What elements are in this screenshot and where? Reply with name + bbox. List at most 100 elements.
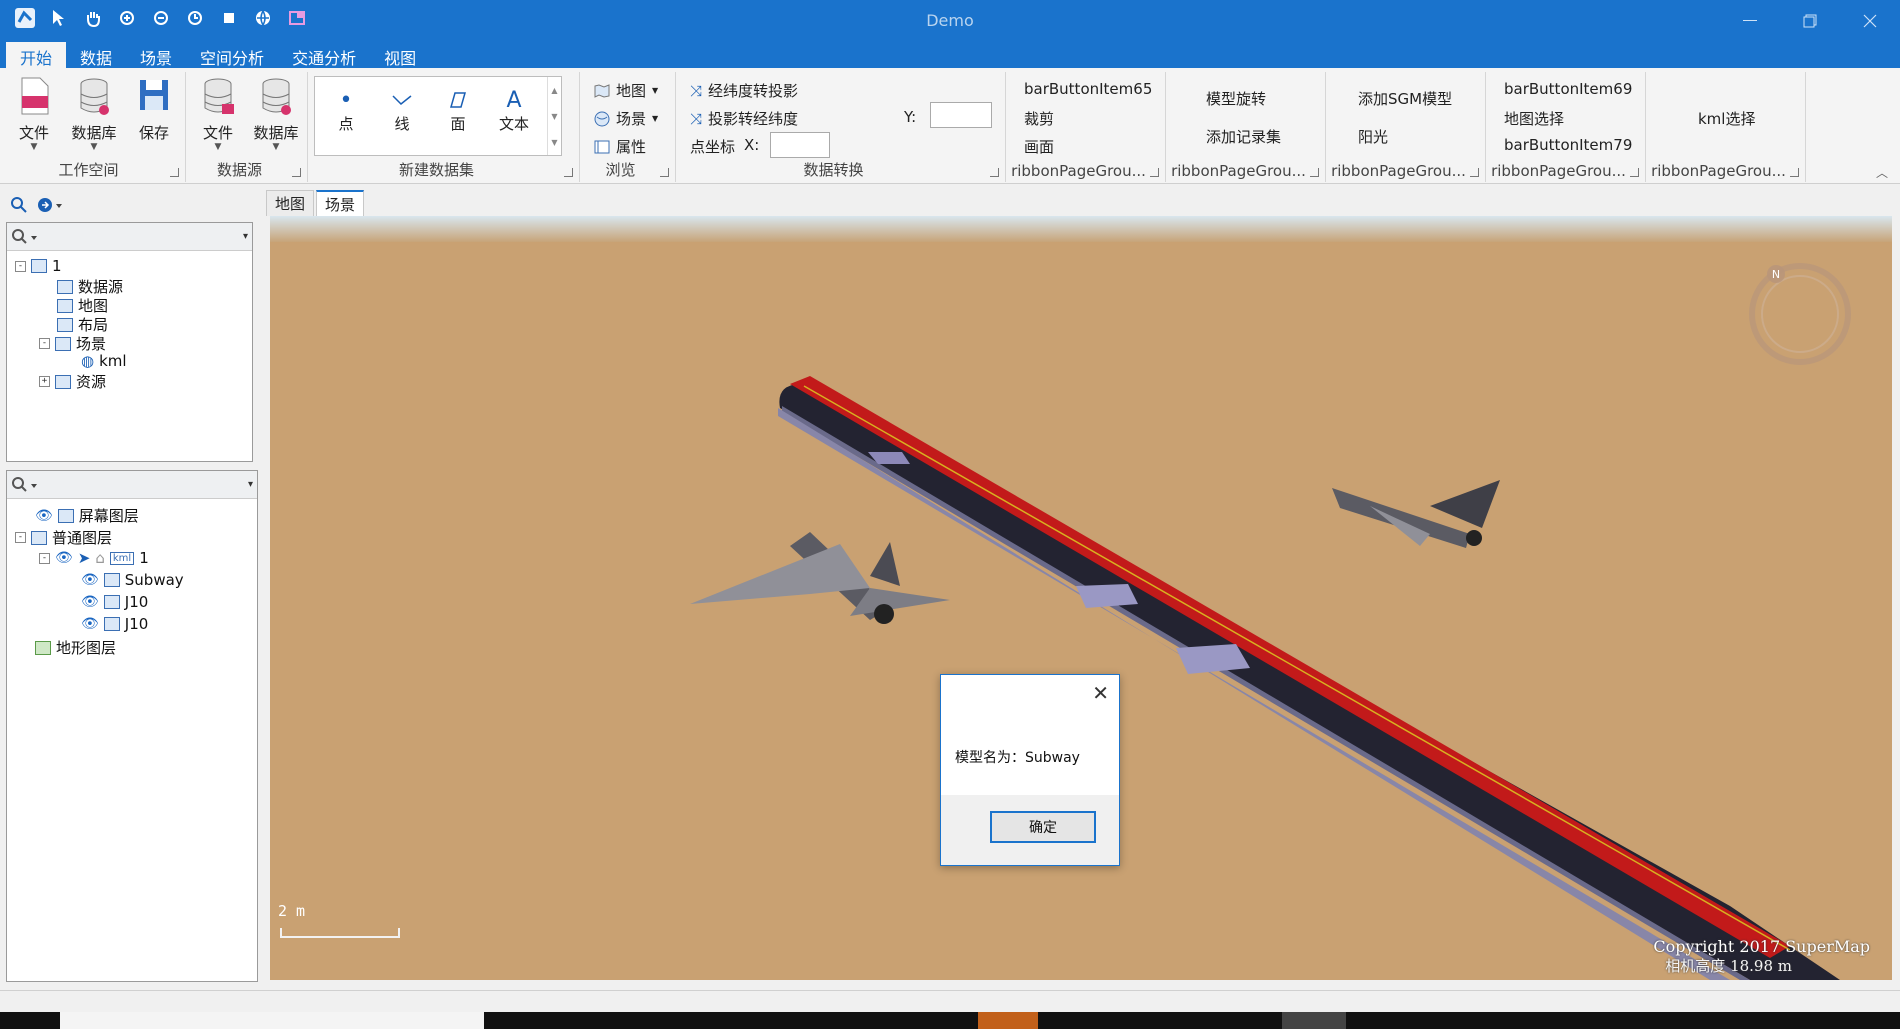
collapse-icon[interactable]: - <box>15 260 26 272</box>
eye-icon[interactable]: 👁 <box>81 616 99 632</box>
browse-map-button[interactable]: 地图 ▼ <box>594 80 658 101</box>
browse-property-button[interactable]: 属性 <box>594 136 646 157</box>
sunlight-button[interactable]: 阳光 <box>1358 126 1388 147</box>
new-point-button[interactable]: • 点 <box>321 87 371 134</box>
layer-node-terrain[interactable]: 地形图层 <box>35 637 116 658</box>
canvas-button[interactable]: 画面 <box>1024 136 1054 157</box>
collapse-icon[interactable]: - <box>39 552 50 564</box>
restore-button[interactable] <box>1780 0 1840 42</box>
layer-node-normal[interactable]: - 普通图层 <box>15 527 112 548</box>
group-launcher-icon[interactable] <box>170 168 179 177</box>
new-text-button[interactable]: A 文本 <box>489 87 539 134</box>
tree-node-layouts[interactable]: 布局 <box>57 314 108 335</box>
latlon-to-proj-button[interactable]: ⤨ 经纬度转投影 <box>690 80 798 101</box>
add-sgm-model-button[interactable]: 添加SGM模型 <box>1358 88 1452 109</box>
tree-node-workspace[interactable]: -1 <box>15 257 62 275</box>
j10-jet-model-a[interactable] <box>690 532 950 624</box>
eye-icon[interactable]: 👁 <box>81 594 99 610</box>
layer-node-j10-a[interactable]: 👁 J10 <box>81 593 148 611</box>
kml-select-button[interactable]: kml选择 <box>1698 108 1755 129</box>
group-launcher-icon[interactable] <box>990 168 999 177</box>
expand-icon[interactable]: + <box>39 376 50 387</box>
eye-icon[interactable]: 👁 <box>55 550 73 566</box>
tab-scene[interactable]: 场景 <box>126 42 186 68</box>
panel-menu-icon[interactable]: ▾ <box>248 479 253 490</box>
browse-scene-button[interactable]: 场景 ▼ <box>594 108 658 129</box>
group-browse: 地图 ▼ 场景 ▼ 属性 浏览 <box>580 72 676 182</box>
tab-spatial-analysis[interactable]: 空间分析 <box>186 42 278 68</box>
tree-node-kml[interactable]: ◍ kml <box>81 352 127 370</box>
layer-node-screen[interactable]: 👁 屏幕图层 <box>35 505 139 526</box>
group-launcher-icon[interactable] <box>1470 168 1479 177</box>
subway-train-model[interactable] <box>778 376 1840 980</box>
tree-node-datasources[interactable]: 数据源 <box>57 276 123 297</box>
tree-node-scenes[interactable]: - 场景 <box>39 333 106 354</box>
j10-jet-model-b[interactable] <box>1332 480 1500 548</box>
workspace-save-button[interactable]: 保存 <box>128 76 180 143</box>
tab-traffic-analysis[interactable]: 交通分析 <box>278 42 370 68</box>
eye-icon[interactable]: 👁 <box>35 508 53 524</box>
layer-group-icon <box>31 530 47 545</box>
taskbar-item[interactable] <box>60 1012 484 1029</box>
panel-menu-icon[interactable]: ▾ <box>243 231 248 242</box>
map-select-button[interactable]: 地图选择 <box>1504 108 1564 129</box>
scroll-up-icon[interactable]: ▲ <box>551 86 557 95</box>
collapse-icon[interactable]: - <box>39 338 50 349</box>
close-button[interactable] <box>1840 0 1900 42</box>
add-recordset-button[interactable]: 添加记录集 <box>1206 126 1281 147</box>
gallery-scroll[interactable]: ▲ ▼ ▼ <box>547 77 561 155</box>
new-line-button[interactable]: 线 <box>377 87 427 134</box>
new-region-button[interactable]: 面 <box>433 87 483 134</box>
group-launcher-icon[interactable] <box>564 168 573 177</box>
close-icon[interactable]: ✕ <box>1092 681 1109 705</box>
collapse-ribbon-icon[interactable]: ︿ <box>1876 164 1888 181</box>
ok-button[interactable]: 确定 <box>990 811 1096 843</box>
locate-dropdown-icon[interactable] <box>36 196 66 214</box>
tree-node-maps[interactable]: 地图 <box>57 295 108 316</box>
search-icon[interactable] <box>10 196 28 214</box>
selectable-icon[interactable]: ➤ <box>78 549 91 567</box>
lock-icon[interactable]: ⌂ <box>95 549 105 567</box>
taskbar-item[interactable] <box>978 1012 1038 1029</box>
compass-control[interactable]: N <box>1746 260 1854 368</box>
taskbar-item[interactable] <box>1282 1012 1346 1029</box>
gallery-expand-icon[interactable]: ▼ <box>551 138 557 147</box>
workspace-file-button[interactable]: 文件 ▼ <box>8 76 60 152</box>
tab-start[interactable]: 开始 <box>6 42 67 68</box>
workspace-database-button[interactable]: 数据库 ▼ <box>68 76 120 152</box>
group-launcher-icon[interactable] <box>660 168 669 177</box>
clip-button[interactable]: 裁剪 <box>1024 108 1054 129</box>
group-launcher-icon[interactable] <box>1790 168 1799 177</box>
scroll-down-icon[interactable]: ▼ <box>551 112 557 121</box>
group-launcher-icon[interactable] <box>1310 168 1319 177</box>
minimize-button[interactable] <box>1720 0 1780 42</box>
bar-button-item-65[interactable]: barButtonItem65 <box>1024 80 1152 98</box>
view-tab-scene[interactable]: 场景 <box>316 190 365 216</box>
layer-node-subway[interactable]: 👁 Subway <box>81 571 184 589</box>
group-label: 数据转换 <box>803 161 864 179</box>
proj-to-latlon-button[interactable]: ⤨ 投影转经纬度 <box>690 108 798 129</box>
search-dropdown-icon[interactable] <box>11 476 41 494</box>
group-launcher-icon[interactable] <box>1150 168 1159 177</box>
view-tab-map[interactable]: 地图 <box>266 190 315 216</box>
bar-button-item-69[interactable]: barButtonItem69 <box>1504 80 1632 98</box>
group-launcher-icon[interactable] <box>1630 168 1639 177</box>
layer-node-j10-b[interactable]: 👁 J10 <box>81 615 148 633</box>
search-dropdown-icon[interactable] <box>11 228 41 246</box>
x-input[interactable] <box>770 132 830 158</box>
tab-data[interactable]: 数据 <box>66 42 126 68</box>
tab-view[interactable]: 视图 <box>370 42 430 68</box>
datasource-file-button[interactable]: 文件 ▼ <box>192 76 244 152</box>
window-title: Demo <box>926 11 974 30</box>
eye-icon[interactable]: 👁 <box>81 572 99 588</box>
tree-node-resources[interactable]: + 资源 <box>39 371 106 392</box>
group-launcher-icon[interactable] <box>292 168 301 177</box>
scene-icon <box>55 336 71 351</box>
bar-button-item-79[interactable]: barButtonItem79 <box>1504 136 1632 154</box>
datasource-database-button[interactable]: 数据库 ▼ <box>250 76 302 152</box>
collapse-icon[interactable]: - <box>15 532 26 543</box>
group-new-dataset: • 点 线 面 A 文本 ▲ ▼ ▼ 新建数据集 <box>308 72 580 182</box>
model-rotate-button[interactable]: 模型旋转 <box>1206 88 1266 109</box>
layer-node-kml-1[interactable]: - 👁 ➤ ⌂ kml 1 <box>39 549 149 567</box>
y-input[interactable] <box>930 102 992 128</box>
